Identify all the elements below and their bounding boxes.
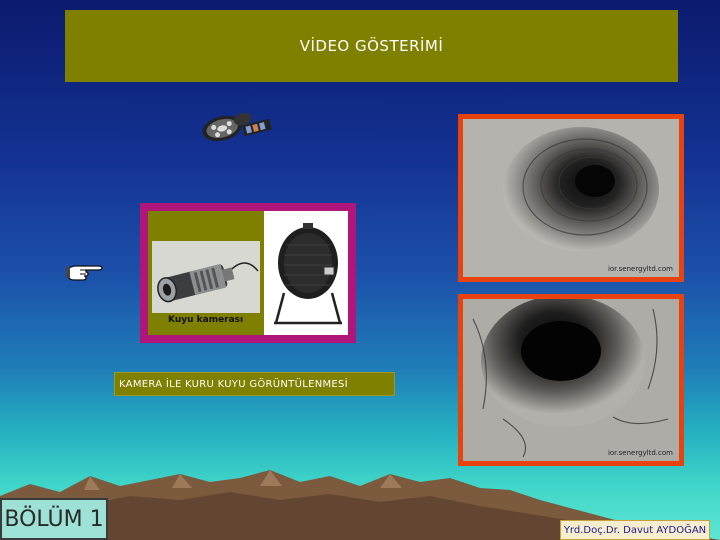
- camera-caption: Kuyu kamerası: [168, 315, 244, 325]
- author-name: Yrd.Doç.Dr. Davut AYDOĞAN: [563, 524, 707, 536]
- camera-probe-photo: [152, 241, 260, 313]
- cable-reel-photo: [270, 215, 346, 331]
- title-banner: VİDEO GÖSTERİMİ: [65, 10, 678, 82]
- pointing-hand-icon[interactable]: [66, 258, 104, 282]
- well-hole-image-bottom: [463, 299, 679, 461]
- section-badge: BÖLÜM 1: [0, 498, 108, 540]
- well-photo-bottom: ior.senergyltd.com: [458, 294, 684, 466]
- imaging-caption-text: KAMERA İLE KURU KUYU GÖRÜNTÜLENMESİ: [119, 378, 348, 390]
- author-badge: Yrd.Doç.Dr. Davut AYDOĞAN: [560, 520, 710, 540]
- watermark-top: ior.senergyltd.com: [607, 265, 673, 273]
- film-reel-icon[interactable]: [198, 103, 274, 149]
- imaging-caption: KAMERA İLE KURU KUYU GÖRÜNTÜLENMESİ: [114, 372, 395, 396]
- page-title: VİDEO GÖSTERİMİ: [299, 37, 444, 55]
- section-label: BÖLÜM 1: [4, 506, 104, 532]
- well-photo-top: ior.senergyltd.com: [458, 114, 684, 282]
- well-hole-image-top: [463, 119, 679, 277]
- camera-figure: Kuyu kamerası: [140, 203, 356, 343]
